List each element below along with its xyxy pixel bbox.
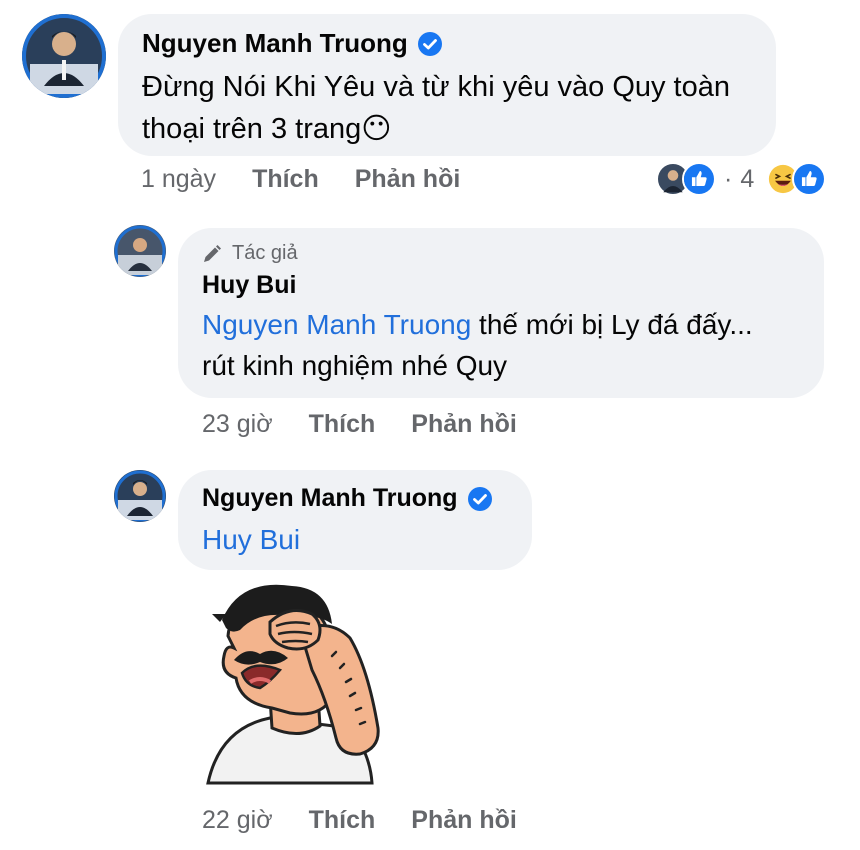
like-button[interactable]: Thích <box>252 165 319 194</box>
like-reaction-icon <box>682 162 716 196</box>
comment-timestamp[interactable]: 23 giờ <box>202 410 273 439</box>
comment-actions: 1 ngày Thích Phản hồi <box>141 165 460 194</box>
comment-text-line: Nguyen Manh Truong thế mới bị Ly đá đấy.… <box>202 304 800 345</box>
comment-author[interactable]: Nguyen Manh Truong <box>202 484 508 513</box>
comment-timestamp[interactable]: 22 giờ <box>202 806 273 835</box>
author-tag: Tác giả <box>202 242 800 265</box>
avatar[interactable] <box>114 225 166 277</box>
reaction-summary[interactable]: · 4 <box>656 162 827 196</box>
avatar[interactable] <box>22 14 106 98</box>
author-name[interactable]: Nguyen Manh Truong <box>202 484 458 513</box>
like-button[interactable]: Thích <box>309 410 376 439</box>
comment-text: Đừng Nói Khi Yêu và từ khi yêu vào Quy t… <box>142 67 752 150</box>
comment-text-fragment: thế mới bị Ly đá đấy... <box>471 309 753 340</box>
verified-badge-icon <box>417 31 442 56</box>
author-tag-label: Tác giả <box>232 242 298 264</box>
comment-text: Nguyen Manh Truong thế mới bị Ly đá đấy.… <box>202 304 800 386</box>
comment-bubble: Nguyen Manh Truong Đừng Nói Khi Yêu và t… <box>118 14 776 156</box>
facepalm-sticker[interactable] <box>200 578 400 788</box>
no-mouth-emoji: 😶 <box>361 111 392 145</box>
reply-button[interactable]: Phản hồi <box>411 806 517 835</box>
like-button[interactable]: Thích <box>309 806 376 835</box>
verified-badge-icon <box>467 486 492 511</box>
comment-text: Huy Bui <box>202 519 508 560</box>
author-name[interactable]: Huy Bui <box>202 271 296 300</box>
reaction-count: 4 <box>740 164 755 193</box>
comment-timestamp[interactable]: 1 ngày <box>141 165 216 194</box>
comment-actions: 23 giờ Thích Phản hồi <box>202 410 517 439</box>
like-reaction-icon <box>792 162 827 196</box>
avatar[interactable] <box>114 470 166 522</box>
mention-link[interactable]: Nguyen Manh Truong <box>202 309 471 340</box>
comment-bubble: Nguyen Manh Truong Huy Bui <box>178 470 532 570</box>
comment-author[interactable]: Nguyen Manh Truong <box>142 28 752 59</box>
reaction-separator: · <box>724 164 733 193</box>
reply-button[interactable]: Phản hồi <box>411 410 517 439</box>
comment-text-line: Đừng Nói Khi Yêu và từ khi yêu vào Quy t… <box>142 71 731 103</box>
comment-actions: 22 giờ Thích Phản hồi <box>202 806 517 835</box>
comment-text-fragment: thoại trên 3 trang <box>142 113 362 145</box>
comment-bubble: Tác giả Huy Bui Nguyen Manh Truong thế m… <box>178 228 824 398</box>
comment-text-line: rút kinh nghiệm nhé Quy <box>202 350 508 381</box>
author-name[interactable]: Nguyen Manh Truong <box>142 28 408 59</box>
pencil-icon <box>204 244 221 262</box>
comment-author[interactable]: Huy Bui <box>202 271 800 300</box>
mention-link[interactable]: Huy Bui <box>202 524 300 555</box>
reply-button[interactable]: Phản hồi <box>355 165 461 194</box>
comment-text-line: thoại trên 3 trang😶 <box>142 108 752 150</box>
